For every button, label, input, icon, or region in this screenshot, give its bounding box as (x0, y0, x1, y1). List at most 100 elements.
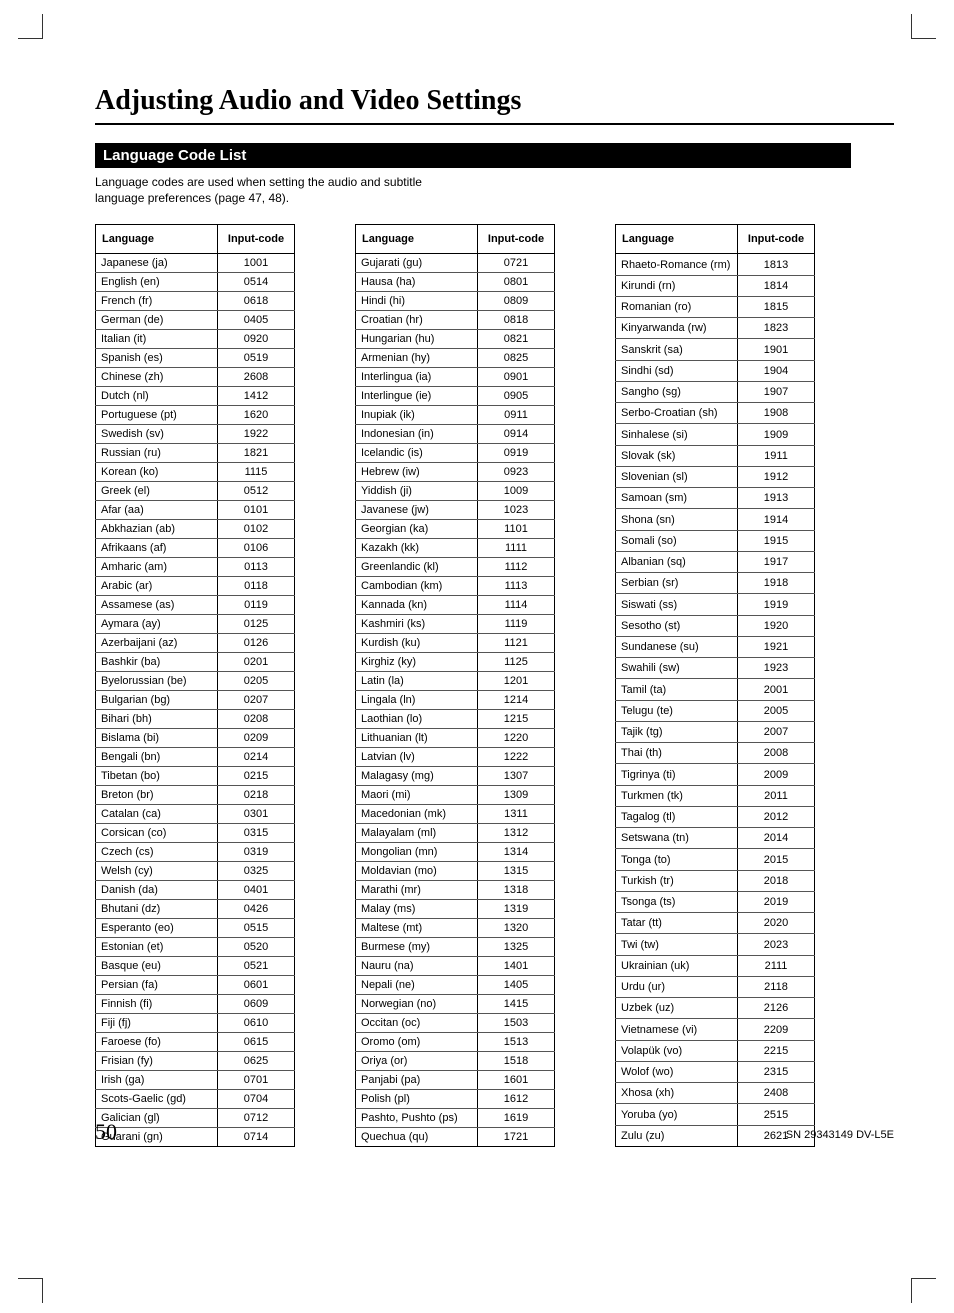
lang-cell: Yiddish (ji) (356, 482, 478, 501)
lang-cell: Thai (th) (616, 743, 738, 764)
code-cell: 1115 (218, 463, 295, 482)
lang-cell: Catalan (ca) (96, 805, 218, 824)
table-row: Hindi (hi)0809 (356, 292, 555, 311)
lang-cell: Setswana (tn) (616, 828, 738, 849)
code-cell: 0914 (478, 425, 555, 444)
code-cell: 2209 (738, 1019, 815, 1040)
lang-cell: Sesotho (st) (616, 615, 738, 636)
table-row: Swahili (sw)1923 (616, 658, 815, 679)
table-row: Estonian (et)0520 (96, 938, 295, 957)
lang-cell: Oromo (om) (356, 1033, 478, 1052)
code-cell: 1320 (478, 919, 555, 938)
table-row: Georgian (ka)1101 (356, 520, 555, 539)
lang-cell: Romanian (ro) (616, 296, 738, 317)
code-cell: 0601 (218, 976, 295, 995)
code-cell: 0609 (218, 995, 295, 1014)
code-cell: 1415 (478, 995, 555, 1014)
code-cell: 0319 (218, 843, 295, 862)
lang-cell: Marathi (mr) (356, 881, 478, 900)
table-row: Russian (ru)1821 (96, 444, 295, 463)
table-row: Tatar (tt)2020 (616, 913, 815, 934)
table-row: Yoruba (yo)2515 (616, 1104, 815, 1125)
code-cell: 1913 (738, 488, 815, 509)
lang-cell: Kirghiz (ky) (356, 653, 478, 672)
code-cell: 2111 (738, 955, 815, 976)
code-cell: 1620 (218, 406, 295, 425)
lang-cell: Quechua (qu) (356, 1128, 478, 1147)
table-row: Fiji (fj)0610 (96, 1014, 295, 1033)
col-header-code: Input-code (218, 225, 295, 254)
code-cell: 0512 (218, 482, 295, 501)
code-cell: 1912 (738, 466, 815, 487)
table-row: Serbian (sr)1918 (616, 573, 815, 594)
lang-cell: Mongolian (mn) (356, 843, 478, 862)
table-row: Dutch (nl)1412 (96, 387, 295, 406)
lang-cell: Interlingue (ie) (356, 387, 478, 406)
lang-cell: Polish (pl) (356, 1090, 478, 1109)
table-row: Tagalog (tl)2012 (616, 806, 815, 827)
table-row: Tonga (to)2015 (616, 849, 815, 870)
lang-cell: Sindhi (sd) (616, 360, 738, 381)
table-row: Scots-Gaelic (gd)0704 (96, 1090, 295, 1109)
lang-cell: Japanese (ja) (96, 254, 218, 273)
table-row: Wolof (wo)2315 (616, 1061, 815, 1082)
table-row: Xhosa (xh)2408 (616, 1083, 815, 1104)
code-cell: 0301 (218, 805, 295, 824)
table-row: Latvian (lv)1222 (356, 748, 555, 767)
code-cell: 1101 (478, 520, 555, 539)
section-header: Language Code List (95, 143, 851, 168)
table-row: Hebrew (iw)0923 (356, 463, 555, 482)
code-cell: 1918 (738, 573, 815, 594)
page-content: Adjusting Audio and Video Settings Langu… (0, 0, 954, 1187)
lang-cell: Russian (ru) (96, 444, 218, 463)
lang-cell: Lingala (ln) (356, 691, 478, 710)
lang-cell: Laothian (lo) (356, 710, 478, 729)
lang-cell: Pashto, Pushto (ps) (356, 1109, 478, 1128)
lang-cell: Abkhazian (ab) (96, 520, 218, 539)
lang-cell: Latin (la) (356, 672, 478, 691)
code-cell: 0401 (218, 881, 295, 900)
lang-cell: Lithuanian (lt) (356, 729, 478, 748)
lang-cell: Tigrinya (ti) (616, 764, 738, 785)
code-cell: 1325 (478, 938, 555, 957)
code-cell: 1023 (478, 501, 555, 520)
table-row: Bulgarian (bg)0207 (96, 691, 295, 710)
code-cell: 1612 (478, 1090, 555, 1109)
lang-cell: Assamese (as) (96, 596, 218, 615)
table-row: Lingala (ln)1214 (356, 691, 555, 710)
code-cell: 0119 (218, 596, 295, 615)
table-row: Irish (ga)0701 (96, 1071, 295, 1090)
lang-cell: Cambodian (km) (356, 577, 478, 596)
code-cell: 0901 (478, 368, 555, 387)
lang-cell: Telugu (te) (616, 700, 738, 721)
code-cell: 1201 (478, 672, 555, 691)
table-row: Inupiak (ik)0911 (356, 406, 555, 425)
table-row: Javanese (jw)1023 (356, 501, 555, 520)
code-cell: 2007 (738, 721, 815, 742)
code-cell: 0911 (478, 406, 555, 425)
code-cell: 1121 (478, 634, 555, 653)
lang-cell: Afrikaans (af) (96, 539, 218, 558)
lang-cell: Georgian (ka) (356, 520, 478, 539)
code-cell: 1601 (478, 1071, 555, 1090)
lang-cell: Somali (so) (616, 530, 738, 551)
code-cell: 1901 (738, 339, 815, 360)
table-row: Bihari (bh)0208 (96, 710, 295, 729)
table-row: Laothian (lo)1215 (356, 710, 555, 729)
code-cell: 1318 (478, 881, 555, 900)
table-row: Bashkir (ba)0201 (96, 653, 295, 672)
lang-cell: Korean (ko) (96, 463, 218, 482)
table-row: Vietnamese (vi)2209 (616, 1019, 815, 1040)
table-row: Kurdish (ku)1121 (356, 634, 555, 653)
table-row: Maori (mi)1309 (356, 786, 555, 805)
lang-cell: Twi (tw) (616, 934, 738, 955)
code-cell: 0920 (218, 330, 295, 349)
lang-cell: Samoan (sm) (616, 488, 738, 509)
table-row: Slovenian (sl)1912 (616, 466, 815, 487)
table-row: Tsonga (ts)2019 (616, 891, 815, 912)
lang-cell: Faroese (fo) (96, 1033, 218, 1052)
code-cell: 1503 (478, 1014, 555, 1033)
table-row: Aymara (ay)0125 (96, 615, 295, 634)
lang-cell: Tibetan (bo) (96, 767, 218, 786)
lang-cell: Swahili (sw) (616, 658, 738, 679)
